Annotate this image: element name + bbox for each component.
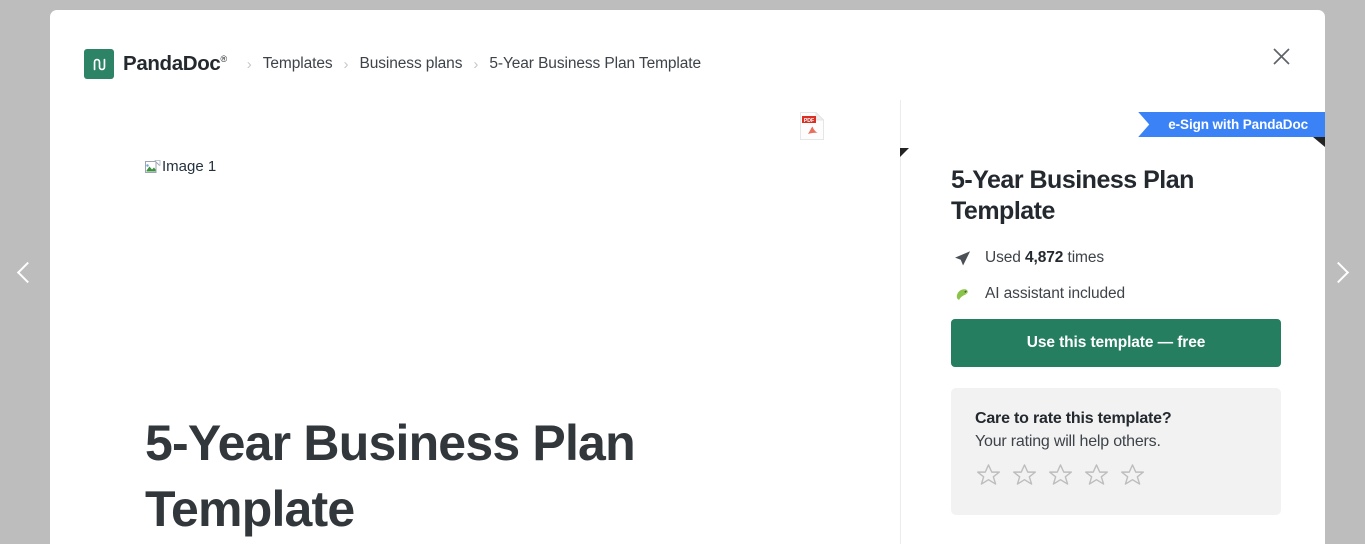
document-preview-pane: PDF Image 1 5-Year Business Plan Templat…	[50, 100, 901, 544]
usage-count-value: 4,872	[1025, 249, 1064, 266]
pandadoc-wordmark: PandaDoc®	[123, 52, 227, 75]
ai-assistant-text: AI assistant included	[985, 285, 1126, 302]
modal-body: PDF Image 1 5-Year Business Plan Templat…	[50, 100, 1325, 544]
pandadoc-logo-icon	[84, 49, 114, 79]
rating-title: Care to rate this template?	[975, 410, 1172, 427]
broken-image-placeholder: Image 1	[145, 158, 216, 175]
breadcrumb-item-business-plans[interactable]: Business plans	[360, 55, 463, 73]
usage-count-text: Used 4,872 times	[985, 249, 1104, 267]
template-preview-modal: PandaDoc® › Templates › Business plans ›…	[50, 10, 1325, 544]
pandadoc-logo[interactable]: PandaDoc®	[84, 49, 227, 79]
template-detail-rail: e-Sign with PandaDoc 5-Year Business Pla…	[901, 100, 1325, 544]
ribbon-fold-shadow	[1313, 137, 1325, 147]
breadcrumb-item-templates[interactable]: Templates	[263, 55, 333, 73]
rail-content: 5-Year Business Plan Template Used 4,872…	[951, 165, 1281, 515]
broken-image-icon	[145, 159, 161, 175]
download-pdf-button[interactable]: PDF	[800, 112, 824, 140]
esign-ribbon-label: e-Sign with PandaDoc	[1168, 117, 1308, 132]
breadcrumb-separator: ›	[473, 55, 479, 73]
usage-count-row: Used 4,872 times	[951, 247, 1281, 269]
broken-image-alt-text: Image 1	[162, 158, 217, 175]
chevron-right-icon	[1327, 261, 1349, 283]
send-plane-icon	[951, 247, 973, 269]
breadcrumb: PandaDoc® › Templates › Business plans ›…	[84, 46, 701, 82]
pdf-file-icon: PDF	[800, 112, 824, 140]
star-outline-icon[interactable]	[1083, 462, 1110, 489]
breadcrumb-separator: ›	[246, 55, 252, 73]
rating-subtitle: Your rating will help others.	[975, 433, 1161, 450]
usage-prefix: Used	[985, 249, 1025, 266]
template-title: 5-Year Business Plan Template	[951, 166, 1194, 225]
ai-assistant-row: AI assistant included	[951, 283, 1281, 305]
star-outline-icon[interactable]	[1047, 462, 1074, 489]
star-outline-icon[interactable]	[975, 462, 1002, 489]
breadcrumb-item-current: 5-Year Business Plan Template	[489, 55, 702, 72]
document-heading: 5-Year Business Plan Template	[145, 415, 636, 537]
star-outline-icon[interactable]	[1011, 462, 1038, 489]
rating-stars[interactable]	[975, 462, 1257, 489]
svg-text:PDF: PDF	[804, 118, 814, 124]
rating-card: Care to rate this template? Your rating …	[951, 388, 1281, 515]
ai-assistant-icon	[951, 283, 973, 305]
close-modal-button[interactable]	[1261, 36, 1301, 76]
esign-ribbon-badge[interactable]: e-Sign with PandaDoc	[1138, 112, 1325, 137]
close-icon	[1272, 47, 1290, 65]
star-outline-icon[interactable]	[1119, 462, 1146, 489]
chevron-left-icon	[16, 261, 38, 283]
prev-template-arrow[interactable]	[0, 0, 50, 544]
breadcrumb-separator: ›	[343, 55, 349, 73]
pane-notch-marker	[900, 148, 909, 157]
use-template-button[interactable]: Use this template — free	[951, 319, 1281, 367]
usage-suffix: times	[1063, 249, 1105, 266]
